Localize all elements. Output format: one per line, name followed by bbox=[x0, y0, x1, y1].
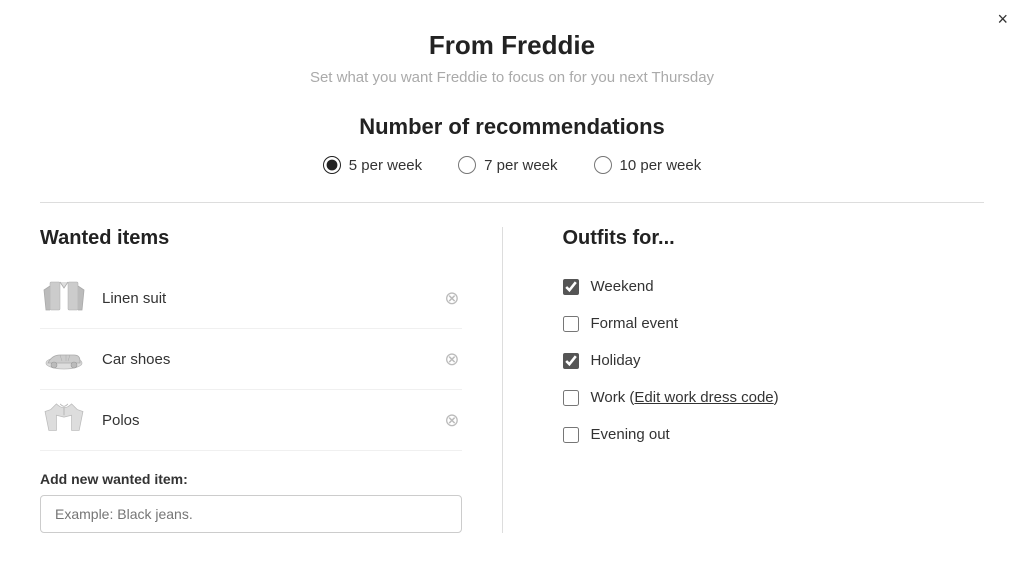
radio-label-10: 10 per week bbox=[620, 157, 702, 174]
radio-label-7: 7 per week bbox=[484, 157, 557, 174]
two-column-layout: Wanted items Linen suit ⊗ bbox=[40, 227, 984, 533]
wanted-item-linen-suit: Linen suit ⊗ bbox=[40, 268, 462, 329]
radio-5-per-week[interactable]: 5 per week bbox=[323, 156, 422, 174]
add-new-label: Add new wanted item: bbox=[40, 471, 462, 487]
outfit-weekend: Weekend bbox=[563, 268, 985, 305]
outfit-checkbox-holiday[interactable] bbox=[563, 353, 579, 369]
outfit-label-holiday[interactable]: Holiday bbox=[591, 352, 641, 369]
close-button[interactable]: × bbox=[997, 10, 1008, 28]
radio-10-per-week[interactable]: 10 per week bbox=[594, 156, 702, 174]
radio-input-7[interactable] bbox=[458, 156, 476, 174]
modal-container: × From Freddie Set what you want Freddie… bbox=[0, 0, 1024, 573]
outfit-checkbox-work[interactable] bbox=[563, 390, 579, 406]
outfit-label-formal[interactable]: Formal event bbox=[591, 315, 679, 332]
remove-linen-suit-button[interactable]: ⊗ bbox=[442, 287, 461, 309]
outfit-label-work[interactable]: Work (Edit work dress code) bbox=[591, 389, 779, 406]
section-divider bbox=[40, 202, 984, 203]
item-name-polos: Polos bbox=[102, 412, 442, 429]
wanted-item-car-shoes: Car shoes ⊗ bbox=[40, 329, 462, 390]
linen-suit-icon bbox=[40, 278, 88, 318]
outfit-work-text: Work bbox=[591, 389, 626, 406]
outfit-holiday: Holiday bbox=[563, 342, 985, 379]
radio-group: 5 per week 7 per week 10 per week bbox=[40, 156, 984, 174]
add-new-input[interactable] bbox=[40, 495, 462, 533]
outfits-title: Outfits for... bbox=[563, 227, 985, 250]
item-name-car-shoes: Car shoes bbox=[102, 351, 442, 368]
radio-7-per-week[interactable]: 7 per week bbox=[458, 156, 557, 174]
recommendations-title: Number of recommendations bbox=[40, 114, 984, 140]
outfits-col: Outfits for... Weekend Formal event Holi… bbox=[503, 227, 985, 533]
radio-label-5: 5 per week bbox=[349, 157, 422, 174]
outfit-evening-out: Evening out bbox=[563, 416, 985, 453]
radio-input-5[interactable] bbox=[323, 156, 341, 174]
modal-title: From Freddie bbox=[40, 30, 984, 61]
radio-input-10[interactable] bbox=[594, 156, 612, 174]
outfit-checkbox-weekend[interactable] bbox=[563, 279, 579, 295]
outfit-checkbox-evening[interactable] bbox=[563, 427, 579, 443]
outfit-checkbox-formal[interactable] bbox=[563, 316, 579, 332]
outfit-label-evening[interactable]: Evening out bbox=[591, 426, 670, 443]
outfit-work: Work (Edit work dress code) bbox=[563, 379, 985, 416]
item-name-linen-suit: Linen suit bbox=[102, 290, 442, 307]
outfit-label-weekend[interactable]: Weekend bbox=[591, 278, 654, 295]
edit-dress-code-link[interactable]: Edit work dress code bbox=[634, 389, 773, 406]
car-shoes-icon bbox=[40, 339, 88, 379]
polo-icon bbox=[40, 400, 88, 440]
wanted-items-title: Wanted items bbox=[40, 227, 462, 250]
wanted-item-polos: Polos ⊗ bbox=[40, 390, 462, 451]
outfit-formal-event: Formal event bbox=[563, 305, 985, 342]
modal-subtitle: Set what you want Freddie to focus on fo… bbox=[40, 69, 984, 86]
wanted-items-col: Wanted items Linen suit ⊗ bbox=[40, 227, 503, 533]
remove-polos-button[interactable]: ⊗ bbox=[442, 409, 461, 431]
remove-car-shoes-button[interactable]: ⊗ bbox=[442, 348, 461, 370]
